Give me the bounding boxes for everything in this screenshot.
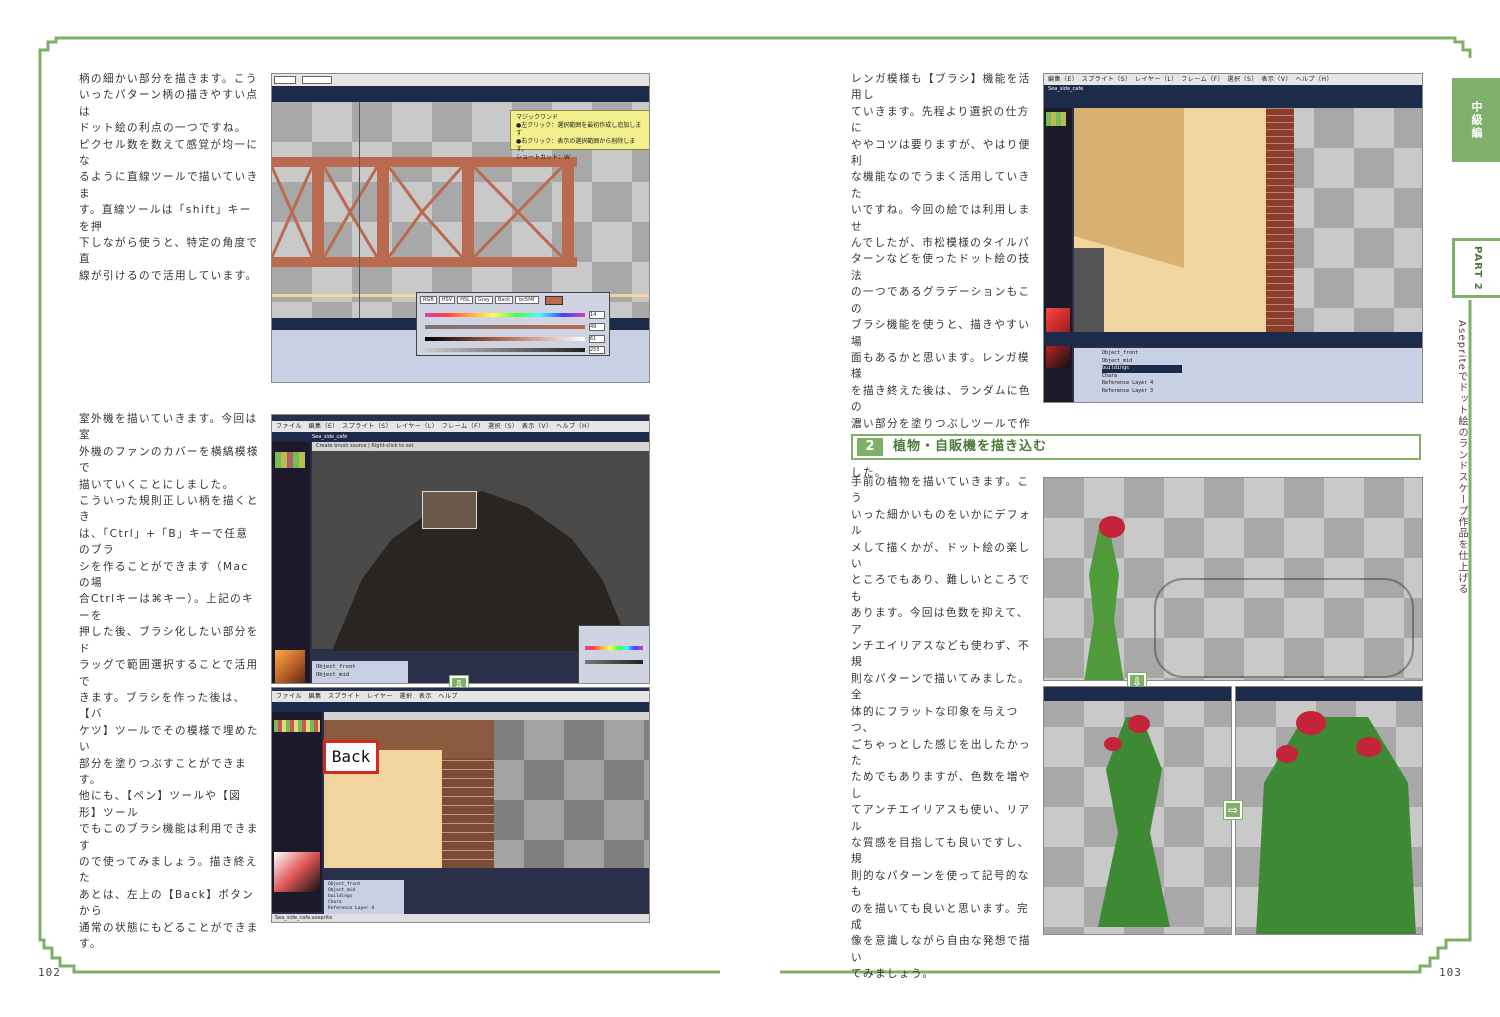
toolbar xyxy=(1236,687,1422,701)
layer-item[interactable]: Chara xyxy=(1102,373,1420,381)
tab-hsl[interactable]: HSL xyxy=(457,296,473,304)
tooltip-title: マジックワンド xyxy=(516,114,559,121)
canvas xyxy=(1074,108,1422,332)
value-field[interactable]: 49 xyxy=(589,323,605,331)
screenshot-plant-step-1 xyxy=(1043,686,1232,935)
menu-bar: 編集（E） スプライト（S） レイヤー（L） フレーム（F） 選択（S） 表示（… xyxy=(1044,74,1422,85)
canvas xyxy=(312,451,649,651)
brick-column xyxy=(442,758,494,868)
section-heading: 2 植物・自販機を描き込む xyxy=(851,434,1421,460)
flower xyxy=(1356,737,1382,757)
flower xyxy=(1296,711,1326,735)
brick-column xyxy=(1266,108,1294,332)
lattice-pattern xyxy=(272,167,564,257)
toolbar-top xyxy=(272,74,649,86)
right-paragraph-2: 手前の植物を描いていきます。こう いった細かいものをいかにデフォル メして描くか… xyxy=(851,476,1031,981)
layer-item[interactable]: Object_mid xyxy=(1102,358,1420,366)
value-slider[interactable] xyxy=(425,337,585,341)
tab-gray[interactable]: Gray xyxy=(474,296,493,304)
options-bar xyxy=(1044,94,1422,108)
left-paragraph-1: 柄の細かい部分を描きます。こう いったパターン柄の描きやすい点は ドット絵の利点… xyxy=(79,73,259,282)
screenshot-back-button: ファイル 編集 スプライト レイヤー 選択 表示 ヘルプ Object_fron… xyxy=(271,687,650,923)
flower xyxy=(1104,737,1122,751)
screenshot-brick-pattern: 編集（E） スプライト（S） レイヤー（L） フレーム（F） 選択（S） 表示（… xyxy=(1043,73,1423,403)
options-bar xyxy=(324,712,649,720)
section-title: 植物・自販機を描き込む xyxy=(893,439,1048,454)
palette-panel xyxy=(1044,108,1072,402)
value-field[interactable]: 255 xyxy=(589,346,605,354)
doc-tab-bar xyxy=(272,702,649,712)
tooltip-line: ●右クリック：表示の選択範囲から削除します。 xyxy=(516,138,636,153)
palette-swatches[interactable] xyxy=(1046,112,1066,126)
layer-panel: Object_front Object_mid buildings Chara … xyxy=(324,880,404,916)
alpha-slider[interactable] xyxy=(425,348,585,352)
color-swatch xyxy=(545,296,563,305)
palette-swatches[interactable] xyxy=(274,720,320,732)
layer-item[interactable]: Object_front xyxy=(316,663,404,671)
value-field[interactable]: 61 xyxy=(589,335,605,343)
menu-bar: ファイル 編集 スプライト レイヤー 選択 表示 ヘルプ xyxy=(272,691,649,702)
magic-wand-tooltip: マジックワンド ●左クリック：選択範囲を最初作成し追加します ●右クリック：表示… xyxy=(510,110,649,161)
right-arrow-icon: ⇨ xyxy=(1224,801,1242,819)
tooltip-shortcut: ショートカット：W xyxy=(516,154,570,161)
menu-bar: ファイル 編集（E） スプライト（S） レイヤー（L） フレーム（F） 選択（S… xyxy=(272,421,649,432)
dark-column xyxy=(1074,248,1104,332)
flower xyxy=(1276,745,1298,763)
screenshot-brush-create: ファイル 編集（E） スプライト（S） レイヤー（L） フレーム（F） 選択（S… xyxy=(271,414,650,684)
layer-item[interactable]: Reference Layer 4 xyxy=(328,906,400,912)
left-paragraph-2: 室外機を描いていきます。今回は室 外機のファンのカバーを横縞模様で 描いていくこ… xyxy=(79,413,259,950)
right-paragraph-1: レンガ模様も【ブラシ】機能を活用し ていきます。先程より選択の仕方に ややコツは… xyxy=(851,73,1032,479)
toolbar xyxy=(1044,687,1231,701)
tooltip-line: ●左クリック：選択範囲を最初作成し追加します xyxy=(516,122,642,137)
color-picker[interactable] xyxy=(275,650,305,683)
saturation-slider[interactable] xyxy=(425,325,585,329)
section-number: 2 xyxy=(857,438,883,456)
doc-tab-bar xyxy=(272,86,649,102)
value-field[interactable]: 14 xyxy=(589,311,605,319)
hex-field[interactable]: bc5f4f xyxy=(515,296,539,304)
page-number-left: 102 xyxy=(38,966,61,979)
hue-slider[interactable] xyxy=(425,313,585,317)
color-panel xyxy=(578,625,649,683)
file-tab[interactable]: Sea_side_cafe xyxy=(272,432,649,442)
screenshot-plant-sketch xyxy=(1043,477,1423,681)
sketch-lines xyxy=(1154,578,1414,678)
level-tab: 中級編 xyxy=(1452,78,1500,162)
part-tab: PART 2 xyxy=(1452,238,1500,298)
file-tab[interactable]: Sea_side_cafe xyxy=(1044,85,1422,94)
flower xyxy=(1099,516,1125,538)
tab-rgb[interactable]: RGB xyxy=(420,296,437,304)
tab-back[interactable]: Back xyxy=(494,296,513,304)
layer-item[interactable]: Object_front xyxy=(1102,350,1420,358)
dropdown-box[interactable] xyxy=(274,76,296,84)
layer-item[interactable]: Object_mid xyxy=(316,671,404,679)
screenshot-fence-pattern: マジックワンド ●左クリック：選択範囲を最初作成し追加します ●右クリック：表示… xyxy=(271,73,650,383)
layer-item-selected[interactable]: buildings xyxy=(1102,365,1182,373)
palette-swatches[interactable] xyxy=(275,452,305,468)
color-picker[interactable] xyxy=(274,852,320,892)
layer-panel: Object_front Object_mid xyxy=(312,661,408,683)
brush-hint-bar: Create brush source | Right-click to set xyxy=(312,442,649,451)
color-mode-tabs: RGB HSV HSL Gray Back xyxy=(420,296,513,304)
tab-hsv[interactable]: HSV xyxy=(438,296,456,304)
layer-item[interactable]: Reference Layer 4 xyxy=(1102,380,1420,388)
color-panel: RGB HSV HSL Gray Back bc5f4f 14 49 61 25… xyxy=(416,292,610,356)
back-button-callout[interactable]: Back xyxy=(323,740,379,774)
plant-stem xyxy=(1084,528,1124,680)
screenshot-plant-step-2 xyxy=(1235,686,1423,935)
palette-panel xyxy=(272,442,310,683)
chapter-caption: Asepriteでドット絵のランドスケープ作品を仕上げる xyxy=(1456,320,1467,596)
layer-item[interactable]: Reference Layer 3 xyxy=(1102,388,1420,396)
selection-box xyxy=(422,491,477,529)
page-number-right: 103 xyxy=(1439,966,1462,979)
status-bar: Sea_side_cafe.aseprite xyxy=(272,914,649,922)
timeline-bar xyxy=(1044,332,1422,346)
flower xyxy=(1128,715,1150,733)
option-buttons[interactable] xyxy=(302,76,332,84)
palette-panel xyxy=(272,712,322,912)
layer-panel: Object_front Object_mid buildings Chara … xyxy=(1074,348,1422,402)
